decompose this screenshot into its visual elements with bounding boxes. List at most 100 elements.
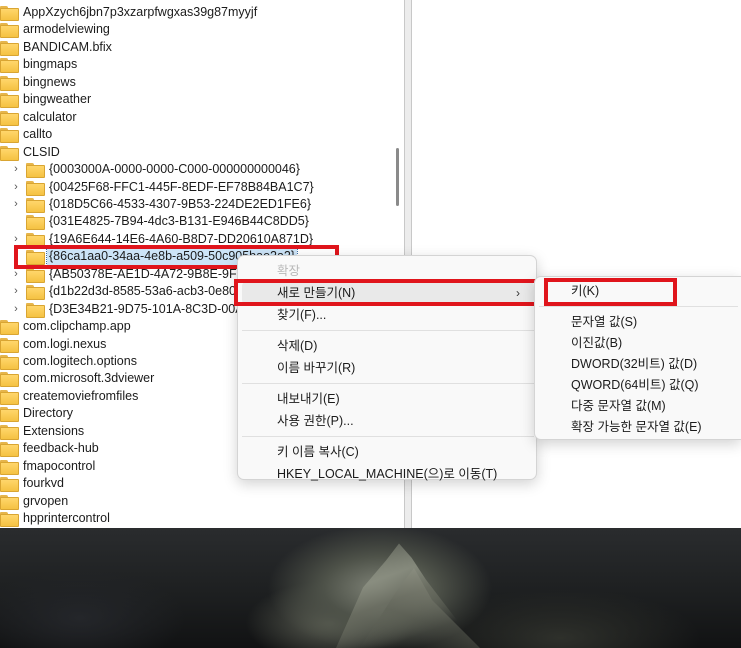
folder-icon (0, 128, 19, 144)
folder-icon (0, 40, 19, 56)
context-menu-item-label: 이름 바꾸기(R) (277, 361, 356, 375)
tree-item[interactable]: ⌄ CLSID (0, 144, 60, 161)
folder-icon (0, 58, 19, 74)
tree-item-label: hpprintercontrol (23, 511, 110, 526)
tree-item[interactable]: com.logi.nexus (0, 336, 106, 353)
tree-item-label: AppXzych6jbn7p3xzarpfwgxas39g87myyjf (23, 5, 258, 19)
menu-separator (539, 306, 738, 307)
context-menu-item[interactable]: 키 이름 복사(C) (238, 441, 536, 463)
tree-item-label: createmoviefromfiles (23, 388, 139, 403)
tree-item-label: {D3E34B21-9D75-101A-8C3D-00A (49, 301, 244, 316)
menu-separator (242, 383, 534, 384)
submenu-item[interactable]: 이진값(B) (535, 333, 741, 354)
tree-item[interactable]: Extensions (0, 423, 84, 440)
tree-item-label: feedback-hub (23, 441, 99, 456)
tree-item[interactable]: bingweather (0, 91, 92, 109)
chevron-right-icon[interactable]: › (11, 301, 21, 318)
chevron-right-icon[interactable]: › (11, 161, 21, 178)
tree-item[interactable]: › {d1b22d3d-8585-53a6-acb3-0e80 (11, 283, 236, 301)
submenu-item[interactable]: 문자열 값(S) (535, 312, 741, 333)
menu-separator (242, 330, 534, 331)
folder-icon (26, 232, 45, 248)
tree-item[interactable]: {031E4825-7B94-4dc3-B131-E946B44C8DD5} (11, 213, 309, 231)
folder-icon (0, 407, 19, 423)
folder-icon (0, 389, 19, 405)
tree-item-label: {018D5C66-4533-4307-9B53-224DE2ED1FE6} (49, 196, 311, 211)
context-menu-item-label: 내보내기(E) (277, 392, 340, 406)
tree-item[interactable]: createmoviefromfiles (0, 388, 138, 405)
chevron-right-icon[interactable]: › (11, 283, 21, 300)
tree-item[interactable]: feedback-hub (0, 440, 99, 458)
tree-item[interactable]: callto (0, 126, 53, 144)
folder-icon (26, 163, 45, 179)
tree-item[interactable]: bingmaps (0, 56, 77, 74)
tree-item[interactable]: grvopen (0, 493, 68, 510)
context-menu-item[interactable]: 사용 권한(P)... (238, 410, 536, 432)
context-menu-item-label: HKEY_LOCAL_MACHINE(으)로 이동(T) (277, 467, 498, 481)
context-menu-item[interactable]: HKEY_LOCAL_MACHINE(으)로 이동(T) (238, 463, 536, 485)
tree-item[interactable]: com.logitech.options (0, 353, 137, 370)
tree-item[interactable]: fourkvd (0, 475, 64, 493)
folder-icon (0, 494, 19, 510)
tree-item-label: Directory (23, 406, 74, 421)
tree-item-label: {d1b22d3d-8585-53a6-acb3-0e80 (49, 284, 236, 299)
tree-item-label: {031E4825-7B94-4dc3-B131-E946B44C8DD5} (49, 214, 309, 229)
folder-icon (26, 285, 45, 301)
tree-item[interactable]: › {00425F68-FFC1-445F-8EDF-EF78B84BA1C7} (11, 179, 314, 196)
context-menu-item[interactable]: 삭제(D) (238, 335, 536, 357)
tree-item-label: bingnews (23, 74, 76, 89)
annotation-box-new-menu-item (234, 279, 540, 306)
tree-item[interactable]: Directory (0, 405, 74, 423)
tree-item[interactable]: BANDICAM.bfix (0, 39, 112, 56)
tree-item-label: com.clipchamp.app (23, 319, 131, 334)
submenu-item[interactable]: 확장 가능한 문자열 값(E) (535, 417, 741, 438)
tree-item[interactable]: › {0003000A-0000-0000-C000-000000000046} (11, 161, 300, 179)
tree-item[interactable]: hpprintercontrol (0, 510, 110, 528)
tree-item[interactable]: com.clipchamp.app (0, 318, 131, 336)
chevron-right-icon[interactable]: › (11, 179, 21, 196)
tree-item-label: {0003000A-0000-0000-C000-000000000046} (49, 162, 300, 177)
tree-item-label: com.logi.nexus (23, 336, 107, 351)
folder-icon (0, 23, 19, 39)
tree-item-label: Extensions (23, 423, 85, 438)
tree-item[interactable]: bingnews (0, 74, 76, 91)
folder-icon (26, 197, 45, 213)
tree-item-label: calculator (23, 109, 77, 124)
folder-icon (26, 267, 45, 283)
chevron-right-icon[interactable]: › (11, 196, 21, 213)
tree-scrollbar-thumb[interactable] (396, 148, 399, 206)
tree-item-label: {00425F68-FFC1-445F-8EDF-EF78B84BA1C7} (49, 179, 314, 194)
context-menu-item-label: 찾기(F)... (277, 308, 327, 322)
context-menu-item[interactable]: 이름 바꾸기(R) (238, 357, 536, 379)
tree-item-label: BANDICAM.bfix (23, 39, 112, 54)
tree-item[interactable]: fmapocontrol (0, 458, 95, 475)
folder-icon (0, 93, 19, 109)
tree-item[interactable]: AppXzych6jbn7p3xzarpfwgxas39g87myyjf (0, 4, 257, 21)
tree-item[interactable]: com.microsoft.3dviewer (0, 370, 154, 388)
context-menu-item[interactable]: 찾기(F)... (238, 304, 536, 326)
tree-item-label: grvopen (23, 493, 69, 508)
tree-item[interactable]: › {D3E34B21-9D75-101A-8C3D-00A (11, 301, 244, 318)
folder-icon (0, 320, 19, 336)
menu-separator (242, 436, 534, 437)
folder-icon (0, 442, 19, 458)
submenu-item[interactable]: DWORD(32비트) 값(D) (535, 354, 741, 375)
submenu-item[interactable]: 다중 문자열 값(M) (535, 396, 741, 417)
context-menu-item-label: 사용 권한(P)... (277, 414, 354, 428)
submenu-item[interactable]: QWORD(64비트) 값(Q) (535, 375, 741, 396)
tree-item-label: com.logitech.options (23, 354, 137, 368)
folder-icon (0, 459, 19, 475)
context-menu-item[interactable]: 내보내기(E) (238, 388, 536, 410)
tree-item[interactable]: › {018D5C66-4533-4307-9B53-224DE2ED1FE6} (11, 196, 311, 213)
tree-item-label: armodelviewing (23, 22, 110, 37)
desktop-wallpaper (0, 528, 741, 648)
tree-item-label: bingweather (23, 92, 92, 107)
folder-icon (0, 110, 19, 126)
folder-icon (26, 302, 45, 318)
tree-item[interactable]: armodelviewing (0, 21, 110, 39)
folder-icon (26, 215, 45, 231)
folder-icon (0, 424, 19, 440)
folder-icon (26, 180, 45, 196)
tree-item[interactable]: calculator (0, 109, 77, 126)
tree-item-label: callto (23, 127, 53, 142)
